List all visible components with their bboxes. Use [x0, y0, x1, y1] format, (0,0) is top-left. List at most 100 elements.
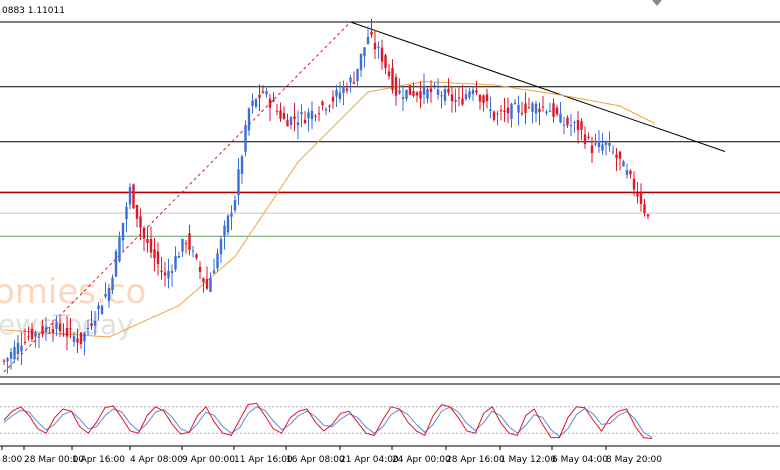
- candle-body: [216, 253, 219, 269]
- candle-body: [503, 110, 506, 112]
- candle-body: [62, 333, 65, 336]
- candle-body: [142, 227, 146, 239]
- candle-body: [132, 184, 135, 209]
- candle-body: [548, 110, 552, 112]
- chart-background: [0, 0, 780, 470]
- candle-body: [275, 110, 279, 112]
- candle-body: [436, 89, 440, 95]
- x-tick-label: 4 Apr 08:00: [130, 455, 183, 465]
- candle-body: [639, 192, 643, 205]
- candle-body: [76, 338, 79, 343]
- candle-body: [482, 95, 485, 104]
- candle-body: [268, 98, 272, 108]
- x-tick-label: 16 Apr 08:00: [286, 455, 345, 465]
- candle-body: [177, 256, 181, 258]
- x-tick-label: 28 Apr 16:00: [446, 455, 505, 465]
- candle-body: [580, 120, 583, 130]
- price-header: 0883 1.11011: [2, 6, 65, 16]
- candle-body: [37, 333, 41, 336]
- candle-body: [174, 256, 177, 270]
- candle-body: [118, 237, 121, 262]
- price-chart[interactable]: 0883 1.11011 omies.co ewsToday 8:00 28 Ma…: [0, 0, 780, 470]
- candle-body: [153, 248, 156, 259]
- candle-body: [625, 170, 629, 175]
- candle: [114, 248, 118, 277]
- candle-body: [464, 94, 468, 99]
- candle-body: [13, 347, 16, 360]
- candle-body: [279, 110, 282, 119]
- candle-body: [601, 144, 604, 151]
- x-tick-label: 1 Apr 16:00: [72, 455, 125, 465]
- candle-body: [44, 327, 48, 332]
- candle-body: [202, 278, 205, 283]
- candle-body: [48, 332, 51, 334]
- candle: [408, 84, 412, 96]
- candle-body: [426, 89, 429, 99]
- candle-body: [72, 336, 76, 342]
- candle-body: [622, 161, 625, 167]
- candle-body: [261, 91, 265, 93]
- candle-body: [79, 332, 83, 344]
- candle-body: [324, 109, 328, 111]
- candle-body: [506, 107, 510, 114]
- candle-body: [377, 46, 380, 48]
- candle-body: [69, 328, 72, 330]
- x-tick-label: 1 May 12:00: [500, 455, 556, 465]
- candle-body: [594, 143, 597, 145]
- watermark-brand: omies.co: [0, 272, 146, 312]
- candle-body: [303, 119, 307, 124]
- candle-body: [632, 178, 636, 190]
- candle-body: [265, 91, 268, 95]
- candle-body: [429, 88, 433, 92]
- candle-body: [6, 358, 9, 362]
- candle-body: [398, 90, 401, 94]
- candle-body: [356, 68, 359, 82]
- candle-body: [41, 326, 44, 335]
- candle-body: [615, 154, 618, 158]
- candle-body: [51, 329, 55, 333]
- candle-body: [107, 288, 111, 301]
- candle-body: [569, 125, 573, 127]
- x-tick-label: 9 Apr 00:00: [182, 455, 235, 465]
- candle-body: [254, 99, 258, 107]
- candle-body: [160, 270, 163, 272]
- candle-body: [387, 71, 391, 77]
- x-tick-label: 8:00: [2, 455, 22, 465]
- candle-body: [422, 85, 426, 95]
- candle: [226, 214, 230, 236]
- candle-body: [104, 294, 107, 297]
- candle-body: [296, 122, 300, 126]
- candle-body: [352, 82, 356, 84]
- candle-body: [293, 116, 296, 120]
- candle-body: [349, 77, 352, 83]
- candle-body: [517, 104, 520, 113]
- candle: [100, 304, 104, 315]
- candle-body: [534, 103, 538, 114]
- candle-body: [366, 36, 370, 44]
- candle-body: [188, 233, 191, 250]
- candle-body: [646, 214, 650, 217]
- candle-body: [125, 207, 128, 220]
- candle-body: [643, 204, 646, 213]
- x-tick-label: 21 Apr 04:00: [340, 455, 399, 465]
- candle-body: [527, 107, 531, 109]
- candle-body: [181, 238, 184, 252]
- candle-body: [114, 251, 118, 277]
- candle-body: [286, 120, 289, 127]
- candle-body: [135, 204, 139, 219]
- candle-body: [380, 47, 384, 62]
- candle-body: [531, 103, 534, 112]
- candle-body: [331, 96, 335, 102]
- candle-body: [121, 222, 125, 241]
- candle-body: [100, 305, 104, 315]
- candle-body: [541, 106, 545, 108]
- x-tick-label: 8 May 20:00: [606, 455, 662, 465]
- candle-body: [139, 216, 142, 228]
- candle-body: [282, 113, 286, 119]
- candle-body: [450, 94, 454, 102]
- x-tick-label: 6 May 04:00: [552, 455, 608, 465]
- candle-body: [618, 151, 622, 159]
- candle-body: [195, 254, 198, 258]
- candle-body: [251, 100, 254, 107]
- candle-body: [317, 113, 321, 115]
